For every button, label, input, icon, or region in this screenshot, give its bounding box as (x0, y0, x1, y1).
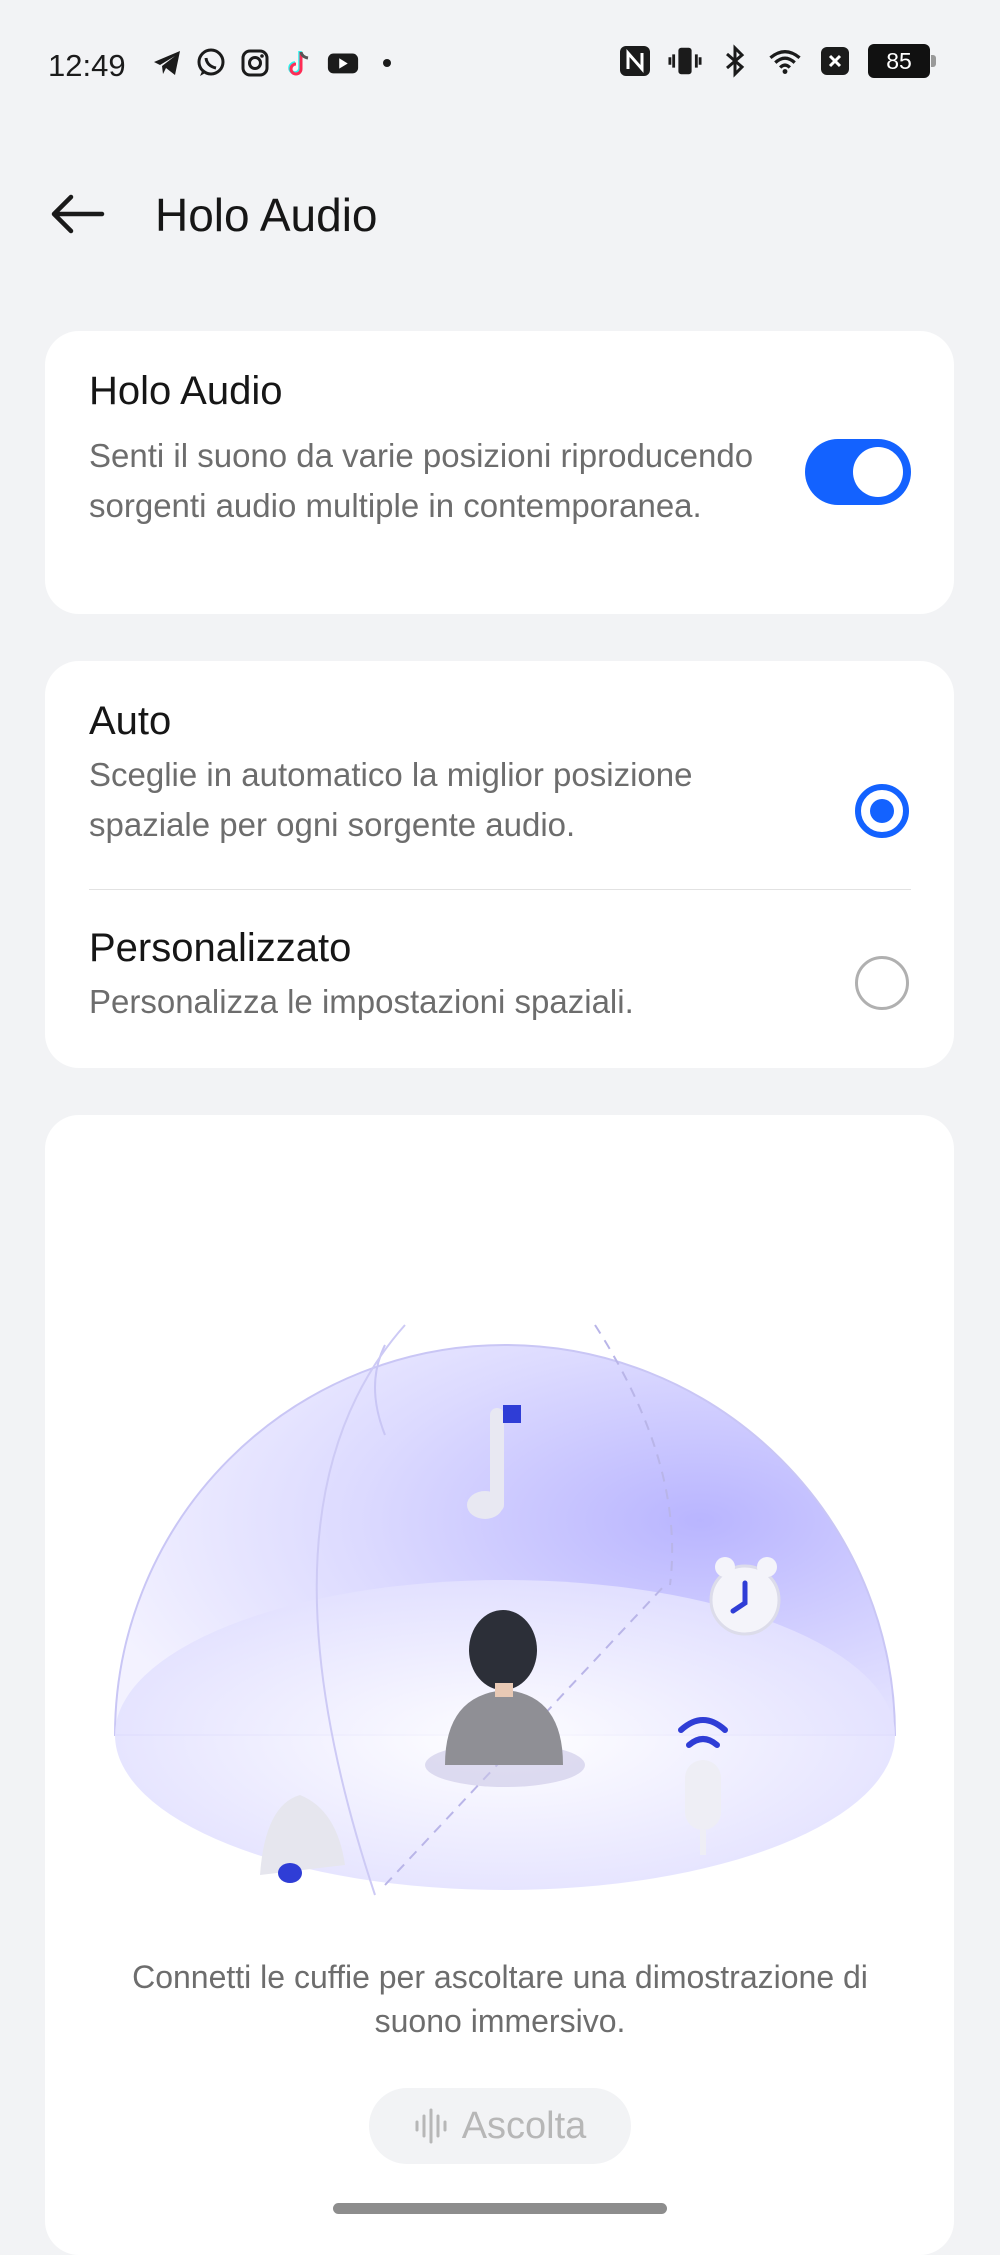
bluetooth-icon (718, 44, 752, 78)
radio-personalizzato[interactable] (855, 956, 909, 1010)
option-auto-title: Auto (89, 699, 172, 743)
nfc-icon (618, 44, 652, 78)
status-bar: 12:49 85 (0, 0, 1000, 130)
page-title: Holo Audio (155, 189, 378, 241)
radio-auto[interactable] (855, 784, 909, 838)
listen-button-label: Ascolta (461, 2104, 587, 2147)
wifi-icon (768, 44, 802, 78)
instagram-icon (238, 46, 272, 80)
close-box-icon (818, 44, 852, 78)
option-auto-description: Sceglie in automatico la miglior posizio… (89, 756, 693, 843)
home-indicator[interactable] (333, 2203, 667, 2214)
option-personalizzato-description: Personalizza le impostazioni spaziali. (89, 983, 634, 1020)
status-time: 12:49 (48, 48, 126, 83)
option-personalizzato[interactable]: Personalizzato Personalizza le impostazi… (89, 926, 909, 1056)
back-button[interactable] (46, 190, 110, 238)
dot-icon (370, 46, 404, 80)
option-auto[interactable]: Auto Sceglie in automatico la miglior po… (89, 699, 909, 889)
sound-wave-icon (415, 2108, 447, 2144)
divider (89, 889, 911, 890)
holo-audio-description: Senti il suono da varie posizioni riprod… (89, 437, 754, 524)
listen-button[interactable]: Ascolta (369, 2088, 631, 2164)
demo-card: Connetti le cuffie per ascoltare una dim… (45, 1115, 954, 2255)
system-icons: 85 (618, 44, 936, 78)
holo-audio-card: Holo Audio Senti il suono da varie posiz… (45, 331, 954, 614)
holo-audio-toggle[interactable] (805, 439, 911, 505)
battery-icon: 85 (868, 44, 936, 78)
whatsapp-icon (194, 46, 228, 80)
demo-description: Connetti le cuffie per ascoltare una dim… (132, 1959, 868, 2039)
tiktok-icon (282, 46, 316, 80)
holo-audio-title: Holo Audio (89, 369, 283, 413)
mode-card: Auto Sceglie in automatico la miglior po… (45, 661, 954, 1068)
notification-icons (150, 46, 404, 80)
spatial-audio-illustration (113, 1324, 897, 1896)
option-personalizzato-title: Personalizzato (89, 926, 352, 970)
vibrate-icon (668, 44, 702, 78)
youtube-icon (326, 46, 360, 80)
app-header: Holo Audio (0, 170, 1000, 260)
arrow-left-icon (51, 194, 105, 234)
telegram-icon (150, 46, 184, 80)
toggle-knob (853, 447, 903, 497)
